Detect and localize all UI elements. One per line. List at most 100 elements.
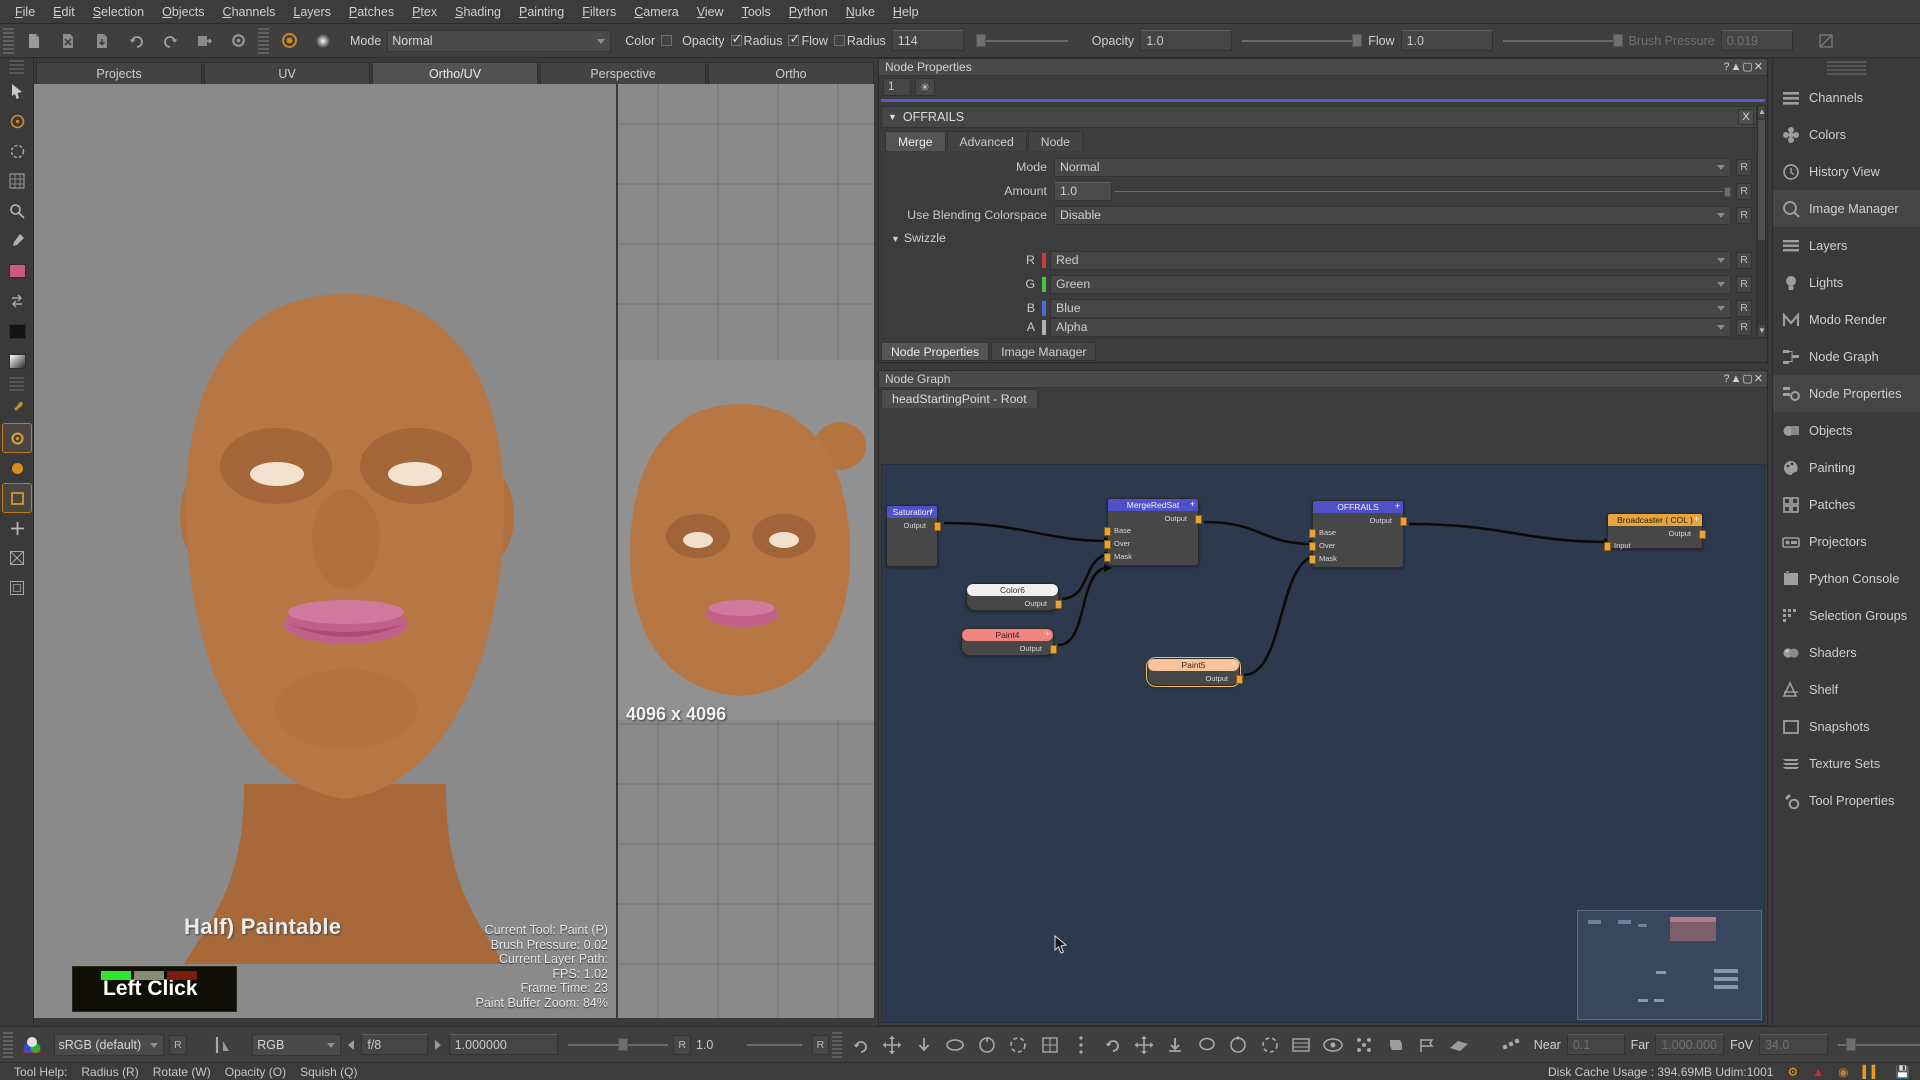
swizzle-combo-b[interactable]: Blue <box>1050 298 1731 318</box>
graph-node-expand-icon[interactable]: + <box>929 506 934 516</box>
graph-node-header[interactable]: OFFRAILS + <box>1313 501 1403 513</box>
sidebar-item-shaders[interactable]: Shaders <box>1773 634 1920 671</box>
graph-port-output[interactable] <box>1400 517 1407 526</box>
node-properties-tab-node[interactable]: Node <box>1027 131 1083 151</box>
graph-node-saturation[interactable]: Saturation + Output <box>886 505 941 567</box>
dashed-circle-icon[interactable] <box>1004 1031 1031 1059</box>
orbit-icon[interactable] <box>942 1031 969 1059</box>
flow-slider[interactable] <box>1502 30 1623 52</box>
panel-window-controls[interactable]: ?▲▢✕ <box>1723 60 1764 73</box>
sidebar-item-history-view[interactable]: History View <box>1773 153 1920 190</box>
sidebar-item-colors[interactable]: Colors <box>1773 116 1920 153</box>
color-checkbox[interactable] <box>661 35 673 46</box>
mask-tool-icon[interactable] <box>3 544 31 572</box>
misc-reset-button[interactable]: R <box>811 1034 830 1055</box>
box-select-icon[interactable] <box>2 483 32 513</box>
viewport-tab-perspective[interactable]: Perspective <box>540 62 706 84</box>
sidebar-item-shelf[interactable]: Shelf <box>1773 671 1920 708</box>
sidebar-item-projectors[interactable]: Projectors <box>1773 523 1920 560</box>
graph-node-header[interactable]: MergeRedSat + <box>1108 499 1198 511</box>
new-file-icon[interactable] <box>19 27 49 55</box>
swizzle-combo-g[interactable]: Green <box>1050 274 1731 294</box>
sidebar-item-python-console[interactable]: Python Console <box>1773 560 1920 597</box>
sidebar-item-layers[interactable]: Layers <box>1773 227 1920 264</box>
graph-node-color6[interactable]: Color6 + Output <box>966 583 1062 611</box>
menu-painting[interactable]: Painting <box>510 2 573 22</box>
blending-colorspace-reset-button[interactable]: R <box>1736 206 1752 224</box>
select-cursor-icon[interactable] <box>3 77 31 105</box>
graph-port-input[interactable] <box>1309 555 1316 564</box>
scroll-down-arrow[interactable]: ▼ <box>1758 325 1766 337</box>
node-graph-window-controls[interactable]: ?▲▢✕ <box>1723 372 1764 385</box>
flow-checkbox[interactable] <box>833 35 845 46</box>
flow-input[interactable]: 1.0 <box>1400 30 1493 51</box>
sidebar-item-objects[interactable]: Objects <box>1773 412 1920 449</box>
graph-node-offrails[interactable]: OFFRAILS + Output Base Over Mask <box>1309 500 1407 568</box>
channel-combo[interactable]: RGB <box>252 1033 341 1056</box>
swizzle-section-header[interactable]: ▼ Swizzle <box>886 228 1752 249</box>
camera-clip-icon[interactable] <box>1498 1031 1525 1059</box>
camera-icon[interactable] <box>1319 1031 1346 1059</box>
node-graph-root-tab[interactable]: headStartingPoint - Root <box>881 389 1038 408</box>
scroll-thumb[interactable] <box>1758 120 1765 240</box>
graph-node-paint5[interactable]: Paint5 + Output <box>1146 657 1243 687</box>
menu-layers[interactable]: Layers <box>284 2 340 22</box>
menu-help[interactable]: Help <box>884 2 928 22</box>
radius-slider[interactable] <box>972 30 1068 52</box>
graph-port-input[interactable] <box>1604 542 1611 551</box>
graph-node-expand-icon[interactable]: + <box>1050 584 1055 594</box>
mode-reset-button[interactable]: R <box>1736 158 1752 176</box>
snapshot-icon[interactable] <box>1256 1031 1283 1059</box>
menu-nuke[interactable]: Nuke <box>837 2 884 22</box>
graph-node-expand-icon[interactable]: + <box>1694 514 1699 524</box>
graph-node-header[interactable]: Color6 + <box>967 584 1058 596</box>
graph-port-input[interactable] <box>1309 542 1316 551</box>
graph-port-input[interactable] <box>1104 540 1111 549</box>
menu-python[interactable]: Python <box>780 2 837 22</box>
menu-camera[interactable]: Camera <box>625 2 687 22</box>
pressure-curve-icon[interactable] <box>1811 27 1841 55</box>
graph-port-output[interactable] <box>1699 530 1706 539</box>
graph-node-expand-icon[interactable]: + <box>1231 659 1236 669</box>
shade-mode-icon[interactable] <box>1445 1031 1472 1059</box>
rotate-gizmo-icon[interactable] <box>1225 1031 1252 1059</box>
sidebar-item-snapshots[interactable]: Snapshots <box>1773 708 1920 745</box>
add-tool-icon[interactable] <box>3 514 31 542</box>
graph-port-output[interactable] <box>934 522 941 531</box>
swizzle-reset-a[interactable]: R <box>1736 318 1752 336</box>
undo-bottom-icon[interactable] <box>847 1031 874 1059</box>
lasso-icon[interactable] <box>1193 1031 1220 1059</box>
curve-editor-icon[interactable] <box>211 1031 238 1059</box>
sidebar-item-texture-sets[interactable]: Texture Sets <box>1773 745 1920 782</box>
save-file-icon[interactable] <box>87 27 117 55</box>
graph-node-expand-icon[interactable]: + <box>1190 499 1195 509</box>
fov-field[interactable]: 34.0 <box>1759 1034 1828 1055</box>
menu-objects[interactable]: Objects <box>153 2 213 22</box>
sidebar-item-node-properties[interactable]: Node Properties <box>1773 375 1920 412</box>
node-properties-tab-advanced[interactable]: Advanced <box>946 131 1027 151</box>
swap-colors-icon[interactable] <box>3 287 31 315</box>
gear-status-icon[interactable]: ⚙ <box>1787 1065 1798 1079</box>
rotate-tool-icon[interactable] <box>3 137 31 165</box>
node-count-field[interactable]: 1 <box>883 78 911 96</box>
swizzle-reset-r[interactable]: R <box>1736 251 1752 269</box>
dock-tab-node-properties[interactable]: Node Properties <box>881 342 990 361</box>
brush-softness-icon[interactable] <box>308 27 338 55</box>
graph-node-mergeredsat[interactable]: MergeRedSat + Output Base Over Mask <box>1104 498 1202 566</box>
swizzle-reset-g[interactable]: R <box>1736 275 1752 293</box>
frame-tool-icon[interactable] <box>3 574 31 602</box>
graph-node-header[interactable]: Broadcaster ( COL ) + <box>1608 514 1702 526</box>
brush-pressure-input[interactable]: 0.019 <box>1720 30 1793 51</box>
menu-tools[interactable]: Tools <box>733 2 780 22</box>
graph-port-output[interactable] <box>1055 600 1062 609</box>
sidebar-item-channels[interactable]: Channels <box>1773 79 1920 116</box>
node-name-header[interactable]: ▼ OFFRAILS X <box>881 106 1757 128</box>
swizzle-reset-b[interactable]: R <box>1736 299 1752 317</box>
cube-icon[interactable] <box>1382 1031 1409 1059</box>
sidebar-item-patches[interactable]: Patches <box>1773 486 1920 523</box>
radius-input[interactable]: 114 <box>891 30 964 51</box>
gamma-field[interactable]: 1.000000 <box>448 1034 558 1055</box>
swizzle-combo-a[interactable]: Alpha <box>1050 317 1731 337</box>
bottom-toolbar-grip-2[interactable] <box>832 1031 843 1058</box>
primary-color-swatch[interactable] <box>3 257 31 285</box>
